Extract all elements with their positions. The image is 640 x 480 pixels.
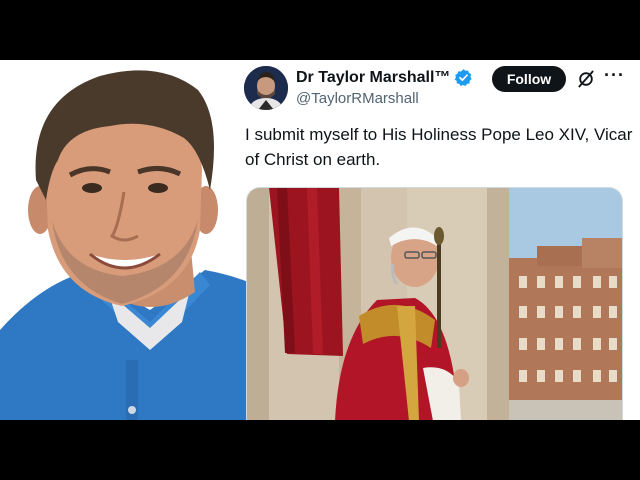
avatar[interactable] [244,66,288,110]
display-name[interactable]: Dr Taylor Marshall™ [296,69,450,87]
thumbnail-stage: Dr Taylor Marshall™ @TaylorRMarshall Fol… [0,60,640,420]
tweet-card: Dr Taylor Marshall™ @TaylorRMarshall Fol… [236,60,640,420]
follow-button[interactable]: Follow [492,66,566,92]
more-icon[interactable]: ··· [604,65,625,86]
tweet-media-image[interactable] [246,187,623,420]
handle[interactable]: @TaylorRMarshall [296,90,419,107]
tweet-text: I submit myself to His Holiness Pope Leo… [245,125,633,169]
verified-badge-icon [455,69,473,86]
grok-icon[interactable] [576,69,596,89]
name-row: Dr Taylor Marshall™ [296,68,473,87]
